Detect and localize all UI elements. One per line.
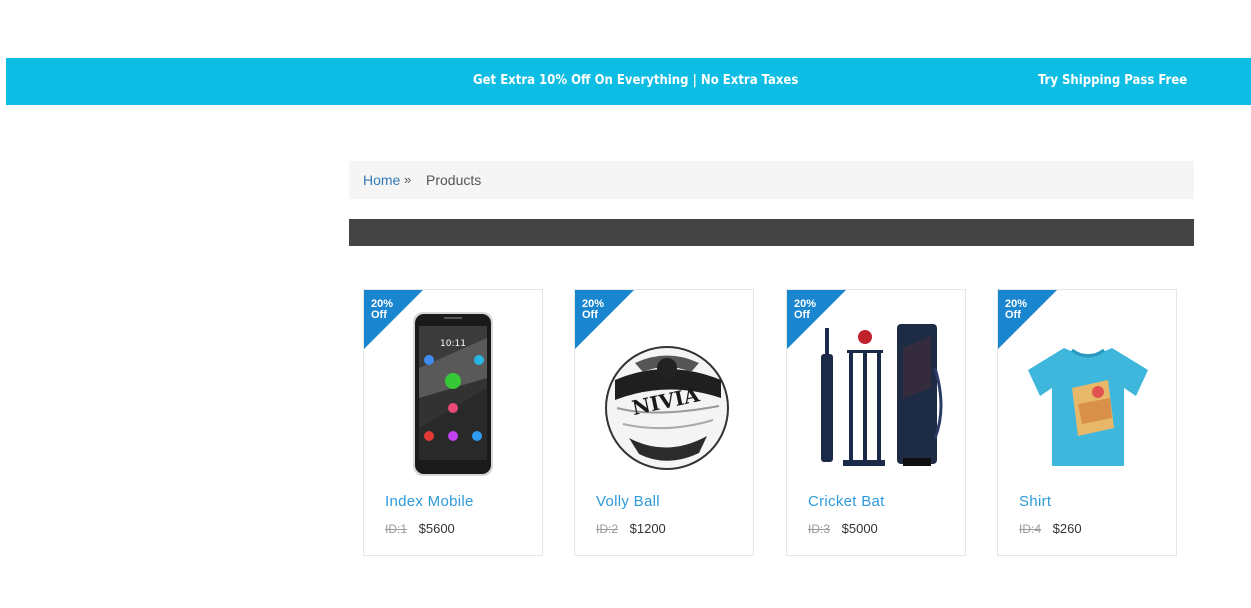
svg-text:10:11: 10:11 [440, 339, 466, 349]
product-id: ID:4 [1019, 522, 1042, 536]
section-header-bar [349, 219, 1194, 246]
breadcrumb-separator: » [404, 172, 412, 187]
product-card[interactable]: 20% Off Shirt ID:4 $260 [997, 289, 1177, 556]
breadcrumb-home-link[interactable]: Home [363, 161, 400, 199]
product-meta: ID:2 $1200 [596, 521, 666, 536]
breadcrumb: Home » Products [349, 161, 1194, 199]
product-card[interactable]: 20% Off Cricket Bat ID:3 $5000 [786, 289, 966, 556]
product-name[interactable]: Index Mobile [385, 493, 474, 510]
promo-message-shipping: Try Shipping Pass Free [1038, 73, 1188, 88]
product-price: $5000 [841, 521, 878, 536]
product-price: $1200 [629, 521, 666, 536]
product-card[interactable]: 10:11 20% Off Index Mobile ID:1 $5600 [363, 289, 543, 556]
product-meta: ID:1 $5600 [385, 521, 455, 536]
discount-badge-text: 20% Off [371, 298, 394, 321]
product-card[interactable]: NIVIA 20% Off Volly Ball ID:2 $1200 [574, 289, 754, 556]
product-name[interactable]: Shirt [1019, 493, 1051, 510]
product-price: $260 [1052, 521, 1082, 536]
discount-badge-text: 20% Off [1005, 298, 1028, 321]
product-meta: ID:3 $5000 [808, 521, 878, 536]
product-id: ID:1 [385, 522, 408, 536]
promo-bar: Get Extra 10% Off On Everything | No Ext… [6, 58, 1251, 105]
product-price: $5600 [418, 521, 455, 536]
discount-badge-text: 20% Off [794, 298, 817, 321]
product-id: ID:3 [808, 522, 831, 536]
promo-message: Get Extra 10% Off On Everything | No Ext… [473, 73, 799, 88]
breadcrumb-current: Products [426, 172, 482, 188]
product-id: ID:2 [596, 522, 619, 536]
discount-badge-text: 20% Off [582, 298, 605, 321]
product-meta: ID:4 $260 [1019, 521, 1082, 536]
product-name[interactable]: Volly Ball [596, 493, 660, 510]
product-name[interactable]: Cricket Bat [808, 493, 885, 510]
